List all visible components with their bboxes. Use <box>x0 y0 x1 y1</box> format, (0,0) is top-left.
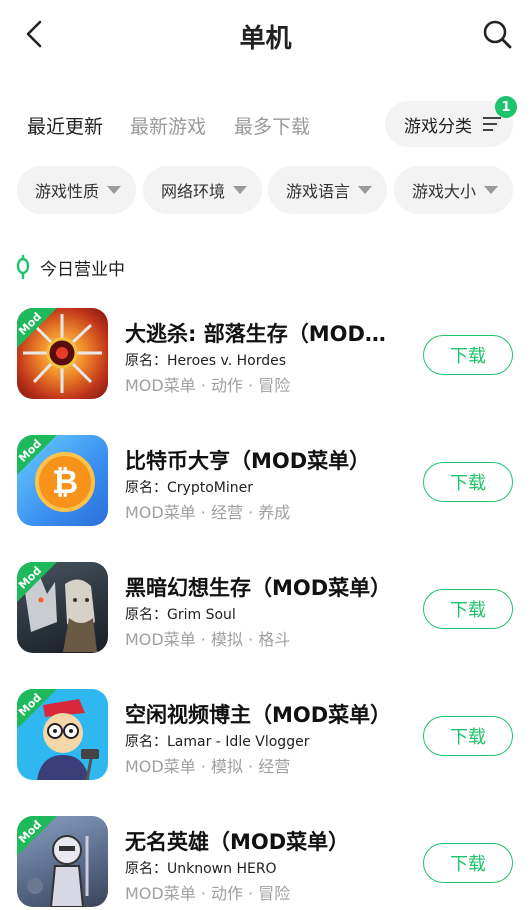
caret-down-icon <box>233 186 248 194</box>
app-tags: MOD菜单 · 模拟 · 经营 <box>125 757 291 776</box>
orig-prefix: 原名： <box>125 861 167 877</box>
download-button[interactable]: 下载 <box>423 843 513 883</box>
app-icon: Mod <box>17 562 108 653</box>
filter-bar: 游戏性质 网络环境 游戏语言 游戏大小 <box>0 166 531 214</box>
sort-tabs: 最近更新 最新游戏 最多下载 游戏分类 1 <box>0 96 531 150</box>
app-original-name: 原名：Lamar - Idle Vlogger <box>125 731 309 751</box>
app-icon: Mod <box>17 689 108 780</box>
tab-most-downloads[interactable]: 最多下载 <box>234 112 310 139</box>
app-original-name: 原名：Unknown HERO <box>125 858 277 878</box>
filter-size[interactable]: 游戏大小 <box>394 166 513 214</box>
orig-prefix: 原名： <box>125 353 167 369</box>
app-icon: Mod <box>17 816 108 907</box>
download-button[interactable]: 下载 <box>423 335 513 375</box>
list-item[interactable]: Mod 黑暗幻想生存（MOD菜单） 原名：Grim Soul MOD菜单 · 模… <box>0 554 531 664</box>
search-button[interactable] <box>477 14 517 54</box>
app-original-name: 原名：CryptoMiner <box>125 477 253 497</box>
app-original-name: 原名：Grim Soul <box>125 604 236 624</box>
tab-label: 最新游戏 <box>130 116 207 138</box>
app-name: 大逃杀: 部落生存（MOD菜单） <box>125 322 395 346</box>
app-icon: Mod <box>17 308 108 399</box>
filter-network[interactable]: 网络环境 <box>143 166 262 214</box>
app-tags: MOD菜单 · 经营 · 养成 <box>125 503 291 522</box>
list-item[interactable]: Mod 无名英雄（MOD菜单） 原名：Unknown HERO MOD菜单 · … <box>0 808 531 910</box>
orig-value: Heroes v. Hordes <box>167 353 287 369</box>
app-original-name: 原名：Heroes v. Hordes <box>125 350 286 370</box>
orig-value: Unknown HERO <box>167 861 277 877</box>
caret-down-icon <box>107 186 122 194</box>
app-name: 无名英雄（MOD菜单） <box>125 830 350 854</box>
orig-value: Lamar - Idle Vlogger <box>167 734 310 750</box>
app-tags: MOD菜单 · 模拟 · 格斗 <box>125 630 291 649</box>
caret-down-icon <box>358 186 373 194</box>
tab-label: 最近更新 <box>27 116 104 138</box>
orig-prefix: 原名： <box>125 480 167 496</box>
tab-recent-update[interactable]: 最近更新 <box>27 112 104 141</box>
app-name: 比特币大亨（MOD菜单） <box>125 449 371 473</box>
download-button[interactable]: 下载 <box>423 716 513 756</box>
app-name: 黑暗幻想生存（MOD菜单） <box>125 576 392 600</box>
filter-label: 游戏大小 <box>412 182 477 201</box>
app-tags: MOD菜单 · 动作 · 冒险 <box>125 376 291 395</box>
filter-lines-icon <box>483 117 501 131</box>
category-label: 游戏分类 <box>404 116 472 137</box>
filter-label: 游戏性质 <box>35 182 100 201</box>
app-tags: MOD菜单 · 动作 · 冒险 <box>125 884 291 903</box>
list-item[interactable]: Mod 空闲视频博主（MOD菜单） 原名：Lamar - Idle Vlogge… <box>0 681 531 791</box>
download-button[interactable]: 下载 <box>423 462 513 502</box>
section-label: 今日营业中 <box>40 259 125 280</box>
filter-label: 网络环境 <box>161 182 226 201</box>
tab-label: 最多下载 <box>234 116 311 138</box>
section-heading: 今日营业中 <box>16 254 125 280</box>
download-button[interactable]: 下载 <box>423 589 513 629</box>
search-icon <box>483 20 512 49</box>
filter-label: 游戏语言 <box>286 182 351 201</box>
page-title: 单机 <box>239 24 292 54</box>
app-icon: ₿ Mod <box>17 435 108 526</box>
top-bar: 单机 <box>0 0 531 70</box>
filter-language[interactable]: 游戏语言 <box>268 166 387 214</box>
caret-down-icon <box>484 186 499 194</box>
list-item[interactable]: ₿ Mod 比特币大亨（MOD菜单） 原名：CryptoMiner MOD菜单 … <box>0 427 531 537</box>
orig-value: Grim Soul <box>167 607 236 623</box>
orig-value: CryptoMiner <box>167 480 253 496</box>
category-count-badge: 1 <box>495 96 517 118</box>
location-pin-icon <box>16 255 30 279</box>
tab-newest-games[interactable]: 最新游戏 <box>130 112 206 139</box>
orig-prefix: 原名： <box>125 607 167 623</box>
app-name: 空闲视频博主（MOD菜单） <box>125 703 392 727</box>
game-category-button[interactable]: 游戏分类 <box>385 101 513 147</box>
orig-prefix: 原名： <box>125 734 167 750</box>
filter-game-nature[interactable]: 游戏性质 <box>17 166 136 214</box>
list-item[interactable]: Mod 大逃杀: 部落生存（MOD菜单） 原名：Heroes v. Hordes… <box>0 300 531 410</box>
